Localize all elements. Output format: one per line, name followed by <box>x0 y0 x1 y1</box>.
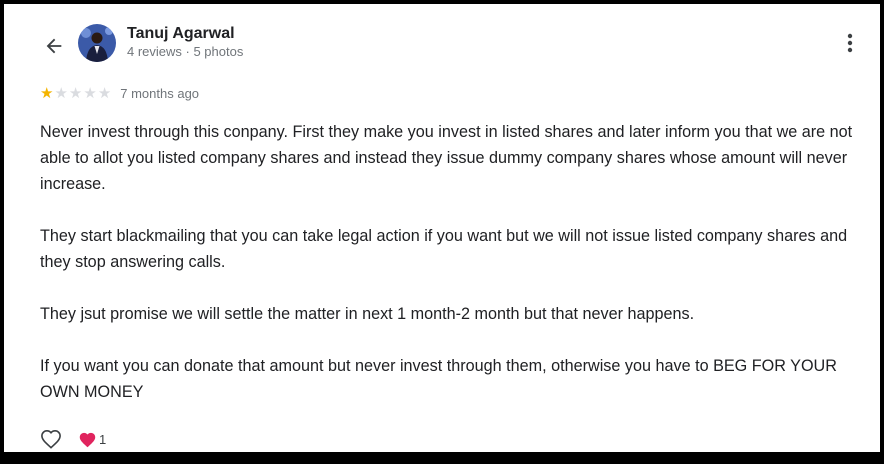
review-paragraph: They start blackmailing that you can tak… <box>40 227 848 271</box>
review-card: Tanuj Agarwal 4 reviews · 5 photos ★ ★ ★ ★ ★… <box>4 4 880 452</box>
back-button[interactable] <box>38 32 70 60</box>
review-paragraph: They jsut promise we will settle the mat… <box>40 305 695 323</box>
review-paragraph: If you want you can donate that amount b… <box>40 357 837 401</box>
rating-row: ★ ★ ★ ★ ★ 7 months ago <box>40 86 199 101</box>
star-empty-icon: ★ <box>54 85 68 102</box>
heart-outline-icon <box>41 429 61 449</box>
review-date: 7 months ago <box>120 86 200 101</box>
star-empty-icon: ★ <box>68 85 83 102</box>
star-empty-icon: ★ <box>97 85 112 102</box>
like-button[interactable] <box>40 428 62 450</box>
reviewer-name[interactable]: Tanuj Agarwal <box>127 25 235 43</box>
reaction-count: 1 <box>99 431 107 447</box>
more-vertical-icon <box>847 33 853 53</box>
reviewer-meta: 4 reviews · 5 photos <box>127 44 244 59</box>
star-empty-icon: ★ <box>83 85 97 102</box>
avatar[interactable] <box>78 24 116 62</box>
star-filled-icon: ★ <box>40 85 54 102</box>
red-heart-icon <box>79 432 96 447</box>
more-options-button[interactable] <box>838 31 862 55</box>
review-text: Never invest through this conpany. First… <box>40 119 860 431</box>
reactions-row: 1 <box>40 428 106 450</box>
arrow-left-icon <box>46 38 62 54</box>
review-paragraph: Never invest through this conpany. First… <box>40 123 853 193</box>
star-rating: ★ ★ ★ ★ ★ <box>40 86 111 101</box>
